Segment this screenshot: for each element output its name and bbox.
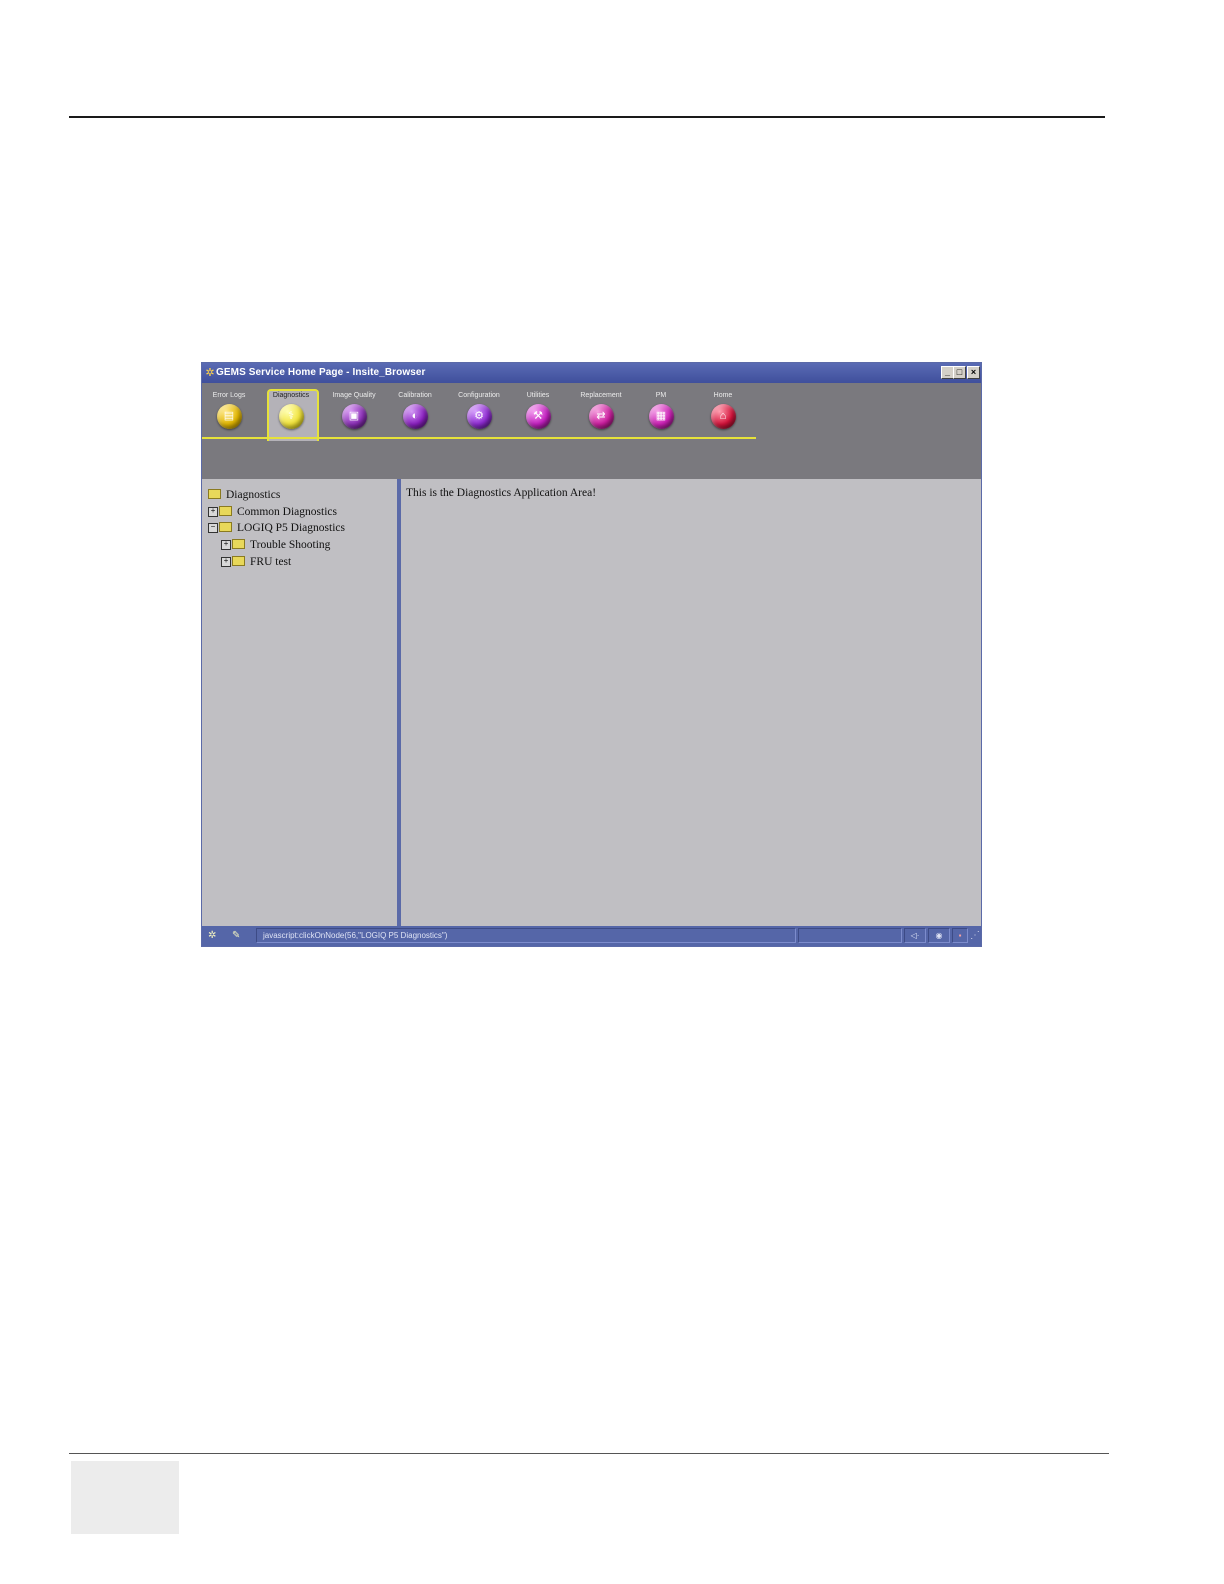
page-number-box [71,1461,179,1534]
toolbar-label: Home [713,392,733,399]
toolbar-label: Calibration [398,392,432,399]
privacy-icon: ◉ [928,928,950,943]
progress-icon: ✎ [232,930,241,941]
open-folder-icon [208,489,221,500]
stethoscope-icon: ⚕ [278,404,304,429]
tree-item-logiq-p5-diagnostics[interactable]: − LOGIQ P5 Diagnostics [208,521,345,536]
tree-item-label: Trouble Shooting [250,539,331,551]
application-area: This is the Diagnostics Application Area… [401,479,981,926]
tree-item-fru-test[interactable]: + FRU test [221,555,291,570]
expand-icon[interactable]: + [221,540,231,551]
ie-icon: ✲ [208,930,217,941]
status-text: javascript:clickOnNode(56,"LOGIQ P5 Diag… [263,931,448,940]
tree-item-label: Common Diagnostics [237,506,337,518]
browser-window: ✲ GEMS Service Home Page - Insite_Browse… [201,362,982,947]
sound-icon: ◁· [904,928,926,943]
toolbar-item-pm[interactable]: PM ▦ [626,391,696,429]
tree-item-label: Diagnostics [226,489,281,501]
close-icon[interactable]: × [967,366,980,379]
window-title: GEMS Service Home Page - Insite_Browser [216,367,426,378]
status-bar: ✲ ✎ javascript:clickOnNode(56,"LOGIQ P5 … [202,926,981,946]
service-toolbar: Error Logs ▤ Diagnostics ⚕ Image Quality… [202,383,981,479]
tree-item-label: FRU test [250,556,292,568]
replacement-icon: ⇄ [588,404,614,429]
toolbar-item-image-quality[interactable]: Image Quality ▣ [319,391,389,429]
toolbar-item-calibration[interactable]: Calibration ◐ [380,391,450,429]
toolbar-item-error-logs[interactable]: Error Logs ▤ [202,391,264,429]
utilities-icon: ⚒ [525,404,551,429]
open-folder-icon [219,522,232,533]
resize-grip-icon[interactable]: ⋰ [970,929,980,943]
expand-icon[interactable]: + [208,507,218,518]
toolbar-label: Utilities [526,392,550,399]
pm-icon: ▦ [648,404,674,429]
log-icon: ▤ [216,404,242,429]
navigation-tree: Diagnostics + Common Diagnostics − LOGIQ P… [202,479,397,926]
toolbar-item-home[interactable]: Home ⌂ [688,391,758,429]
tree-item-trouble-shooting[interactable]: + Trouble Shooting [221,538,330,553]
toolbar-item-diagnostics[interactable]: Diagnostics ⚕ [256,391,326,429]
application-area-message: This is the Diagnostics Application Area… [406,487,597,499]
expand-icon[interactable]: + [221,557,231,568]
status-text-cell: javascript:clickOnNode(56,"LOGIQ P5 Diag… [256,928,796,943]
toolbar-underline [202,437,756,439]
toolbar-item-utilities[interactable]: Utilities ⚒ [503,391,573,429]
folder-icon [232,539,245,550]
tree-item-label: LOGIQ P5 Diagnostics [237,522,345,534]
toolbar-label: Diagnostics [272,392,310,399]
configuration-icon: ⚙ [466,404,492,429]
folder-icon [232,556,245,567]
title-bar: ✲ GEMS Service Home Page - Insite_Browse… [202,363,981,383]
calibration-icon: ◐ [402,404,428,429]
image-icon: ▣ [341,404,367,429]
maximize-icon[interactable]: □ [953,366,966,379]
toolbar-label: PM [655,392,667,399]
status-cell [798,928,902,943]
tree-root-diagnostics[interactable]: Diagnostics [208,488,280,503]
toolbar-label: Image Quality [332,392,376,399]
toolbar-label: Error Logs [212,392,246,399]
tree-item-common-diagnostics[interactable]: + Common Diagnostics [208,505,337,520]
page-footer-rule [69,1453,1109,1454]
page-header-rule [69,116,1105,118]
home-icon: ⌂ [710,404,736,429]
app-icon: ✲ [205,367,215,379]
folder-icon [219,506,232,517]
collapse-icon[interactable]: − [208,523,218,534]
zone-icon: ▪ [952,928,968,943]
